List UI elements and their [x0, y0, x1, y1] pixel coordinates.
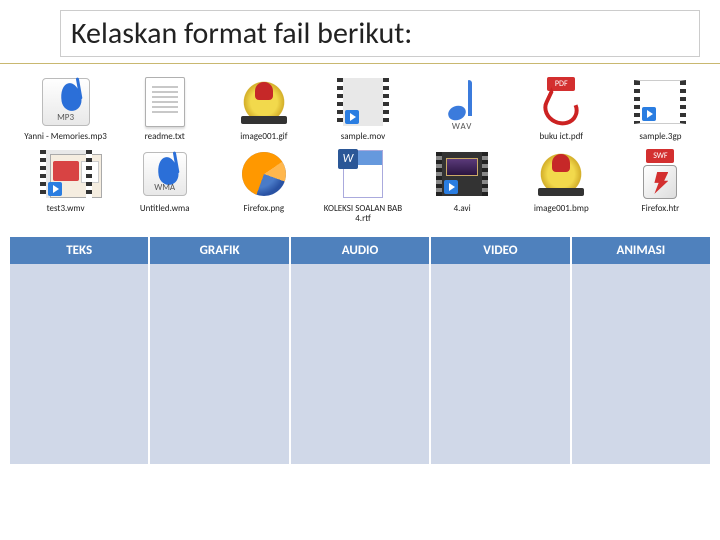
file-item: readme.txt [117, 72, 212, 144]
file-item: Yanni - Memories.mp3 [18, 72, 113, 144]
category-body [150, 264, 288, 464]
file-label: sample.3gp [639, 132, 681, 142]
category-column-teks: TEKS [10, 237, 150, 464]
page-title: Kelaskan format fail berikut: [71, 15, 689, 52]
file-label: image001.bmp [534, 204, 589, 214]
category-header: GRAFIK [150, 237, 288, 264]
file-label: sample.mov [341, 132, 386, 142]
bmp-icon [529, 146, 593, 202]
category-column-grafik: GRAFIK [150, 237, 290, 464]
file-icons-area: Yanni - Memories.mp3 readme.txt image001… [0, 64, 720, 232]
category-body [431, 264, 569, 464]
file-row-2: test3.wmv Untitled.wma Firefox.png KOLEK… [18, 144, 708, 226]
file-label: test3.wmv [47, 204, 85, 214]
file-item: WAV [415, 72, 510, 144]
category-header: TEKS [10, 237, 148, 264]
avi-icon [430, 146, 494, 202]
file-item: PDF buku ict.pdf [514, 72, 609, 144]
category-body [291, 264, 429, 464]
file-item: image001.gif [216, 72, 311, 144]
file-item: SWF Firefox.htr [613, 144, 708, 226]
wma-icon [133, 146, 197, 202]
title-bar: Kelaskan format fail berikut: [0, 0, 720, 64]
file-item: sample.3gp [613, 72, 708, 144]
txt-icon [133, 74, 197, 130]
category-header: ANIMASI [572, 237, 710, 264]
file-label: Firefox.htr [642, 204, 680, 214]
mov-icon [331, 74, 395, 130]
file-label: KOLEKSI SOALAN BAB 4.rtf [318, 204, 408, 224]
category-body [572, 264, 710, 464]
file-item: KOLEKSI SOALAN BAB 4.rtf [315, 144, 410, 226]
pdf-icon: PDF [529, 74, 593, 130]
file-item: Untitled.wma [117, 144, 212, 226]
png-icon [232, 146, 296, 202]
swf-icon: SWF [628, 146, 692, 202]
mp3-icon [34, 74, 98, 130]
category-column-video: VIDEO [431, 237, 571, 464]
category-header: AUDIO [291, 237, 429, 264]
gif-icon [232, 74, 296, 130]
file-label: 4.avi [454, 204, 471, 214]
file-label: Yanni - Memories.mp3 [24, 132, 107, 142]
category-table: TEKS GRAFIK AUDIO VIDEO ANIMASI [10, 236, 710, 464]
file-item: Firefox.png [216, 144, 311, 226]
category-body [10, 264, 148, 464]
category-header: VIDEO [431, 237, 569, 264]
rtf-icon [331, 146, 395, 202]
3gp-icon [628, 74, 692, 130]
file-label: readme.txt [145, 132, 185, 142]
wav-icon: WAV [430, 74, 494, 130]
file-label: Untitled.wma [140, 204, 190, 214]
file-label: Firefox.png [244, 204, 285, 214]
title-box: Kelaskan format fail berikut: [60, 10, 700, 57]
file-label: buku ict.pdf [539, 132, 583, 142]
file-label: image001.gif [240, 132, 287, 142]
category-column-audio: AUDIO [291, 237, 431, 464]
file-item: test3.wmv [18, 144, 113, 226]
file-item: image001.bmp [514, 144, 609, 226]
file-item: sample.mov [315, 72, 410, 144]
file-row-1: Yanni - Memories.mp3 readme.txt image001… [18, 72, 708, 144]
wmv-icon [34, 146, 98, 202]
category-column-animasi: ANIMASI [572, 237, 710, 464]
file-item: 4.avi [415, 144, 510, 226]
